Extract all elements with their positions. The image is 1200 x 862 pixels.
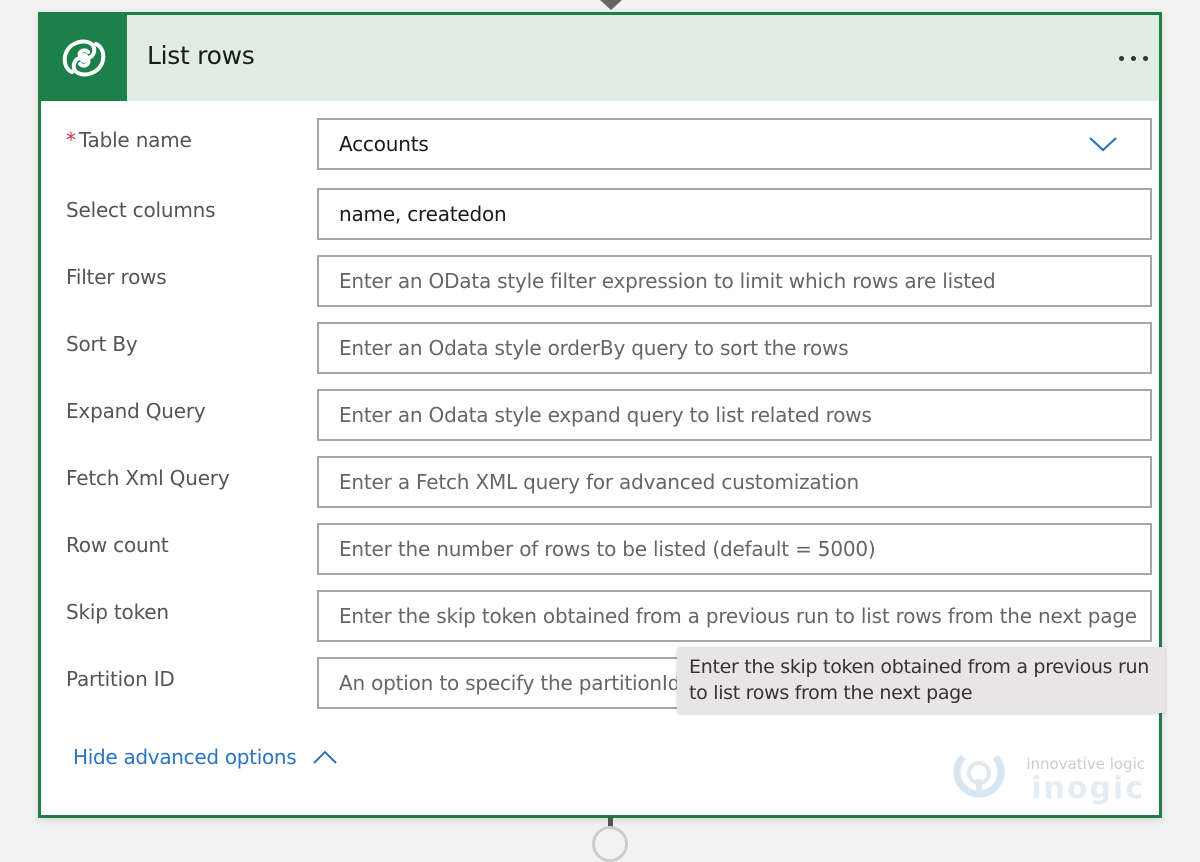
field-row-select-columns: Select columns name, createdon [41,188,1159,240]
filter-rows-input[interactable]: Enter an OData style filter expression t… [317,255,1152,307]
sort-by-input[interactable]: Enter an Odata style orderBy query to so… [317,322,1152,374]
card-title[interactable]: List rows [147,41,255,70]
hide-advanced-options-toggle[interactable]: Hide advanced options [73,745,338,769]
skip-token-input[interactable]: Enter the skip token obtained from a pre… [317,590,1152,642]
table-name-value: Accounts [339,132,429,156]
chevron-up-icon [313,750,338,764]
more-options-button[interactable] [1109,43,1157,73]
row-count-input[interactable]: Enter the number of rows to be listed (d… [317,523,1152,575]
list-rows-action-card: List rows * Table name Accounts Select co… [38,12,1165,818]
field-row-row-count: Row count Enter the number of rows to be… [41,523,1159,575]
select-columns-input[interactable]: name, createdon [317,188,1152,240]
expand-query-input[interactable]: Enter an Odata style expand query to lis… [317,389,1152,441]
field-label-filter-rows: Filter rows [66,265,167,289]
field-label-text: Table name [78,128,192,152]
field-label-expand-query: Expand Query [66,399,206,423]
add-step-button[interactable] [592,826,628,862]
field-label-sort-by: Sort By [66,332,138,356]
connector-arrow-icon [600,0,622,10]
dataverse-icon [41,15,127,101]
field-label-table-name: * Table name [66,128,192,152]
inogic-watermark: innovative logic inogic [951,739,1151,809]
card-header[interactable]: List rows [41,15,1159,101]
field-label-fetch-xml-query: Fetch Xml Query [66,466,230,490]
field-row-table-name: * Table name Accounts [41,118,1159,170]
field-label-skip-token: Skip token [66,600,169,624]
field-label-select-columns: Select columns [66,198,216,222]
field-row-expand-query: Expand Query Enter an Odata style expand… [41,389,1159,441]
field-row-fetch-xml-query: Fetch Xml Query Enter a Fetch XML query … [41,456,1159,508]
skip-token-tooltip: Enter the skip token obtained from a pre… [677,647,1165,713]
watermark-brand: inogic [1031,771,1145,806]
field-row-sort-by: Sort By Enter an Odata style orderBy que… [41,322,1159,374]
field-label-partition-id: Partition ID [66,667,175,691]
table-name-dropdown[interactable]: Accounts [317,118,1152,170]
required-marker: * [66,128,76,152]
field-label-row-count: Row count [66,533,169,557]
fetch-xml-query-input[interactable]: Enter a Fetch XML query for advanced cus… [317,456,1152,508]
more-options-icon-dot [1130,55,1136,61]
more-options-icon [1118,55,1124,61]
more-options-icon-dot [1142,55,1148,61]
chevron-down-icon[interactable] [1088,134,1118,154]
inogic-logo-icon [953,754,1005,798]
advanced-options-label: Hide advanced options [73,745,297,769]
field-row-skip-token: Skip token Enter the skip token obtained… [41,590,1159,642]
field-row-filter-rows: Filter rows Enter an OData style filter … [41,255,1159,307]
